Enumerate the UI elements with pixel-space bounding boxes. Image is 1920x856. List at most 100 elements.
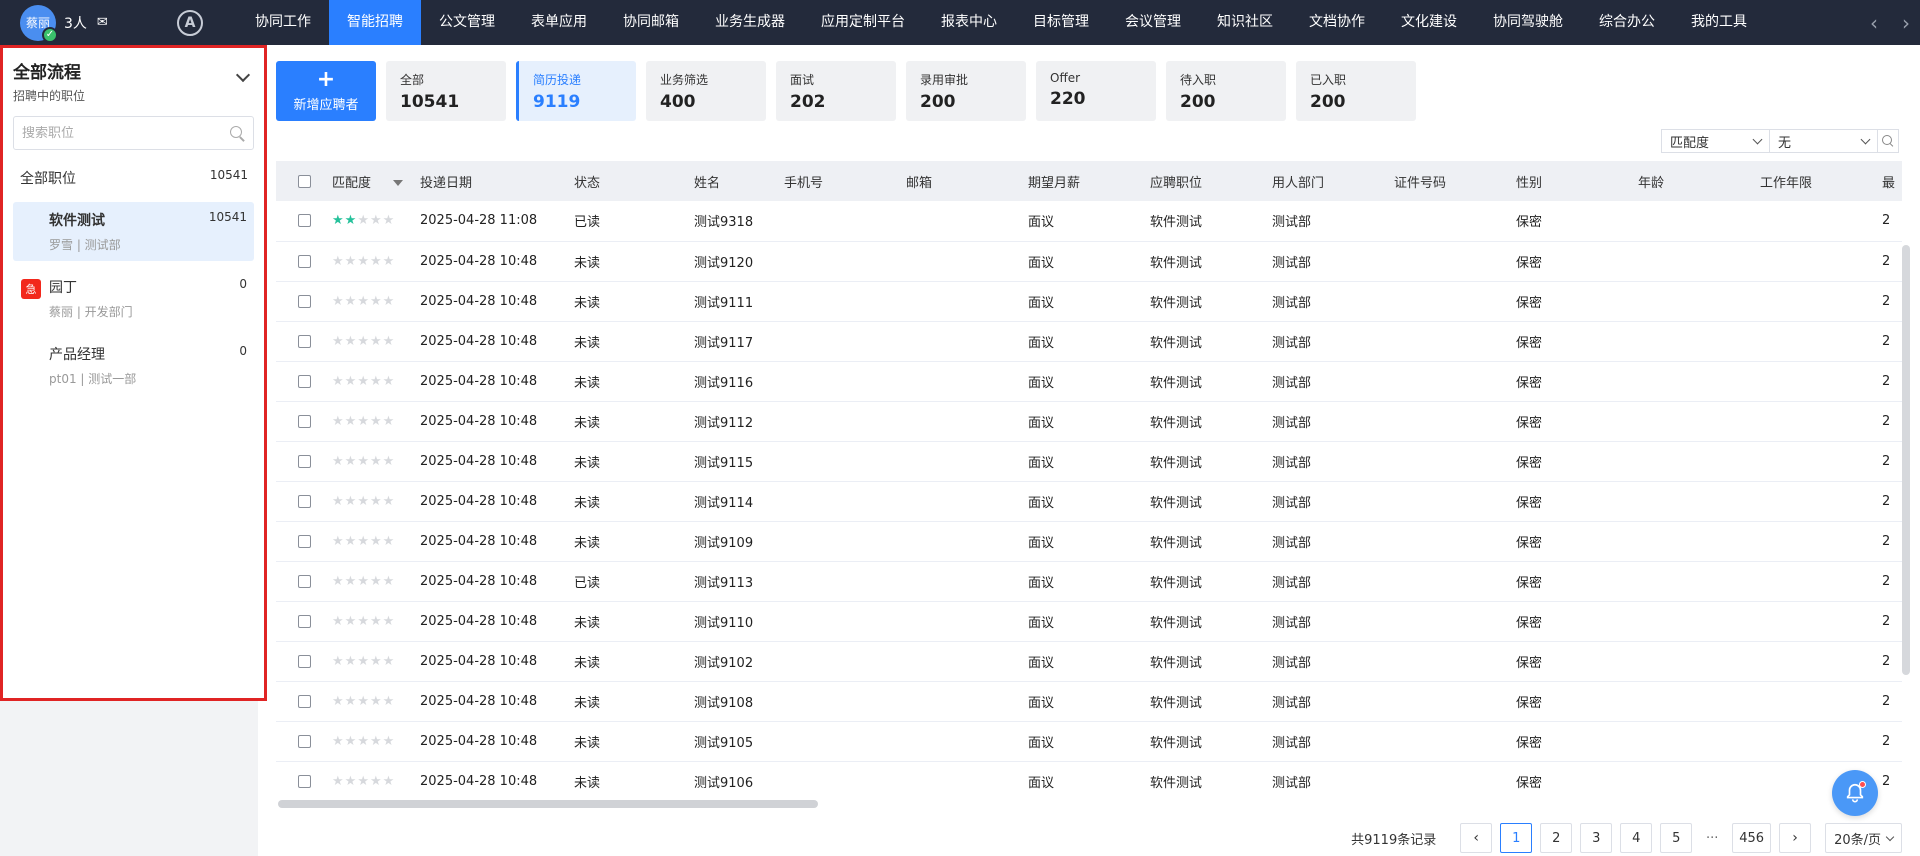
column-header[interactable]: 手机号 xyxy=(784,161,906,201)
nav-item[interactable]: 文档协作 xyxy=(1291,0,1383,45)
vertical-scrollbar[interactable] xyxy=(1902,245,1910,675)
page-number-button[interactable]: 3 xyxy=(1580,823,1613,853)
nav-item[interactable]: 我的工具 xyxy=(1673,0,1765,45)
column-header[interactable]: 最 xyxy=(1882,161,1902,201)
table-row[interactable]: ★ ★ ★ ★ ★ 2025-04-28 10:48 未读 测试9109 面议 软件测试 测试部 保密… xyxy=(276,521,1902,561)
stage-card[interactable]: 已入职 200 xyxy=(1296,61,1416,121)
table-row[interactable]: ★ ★ ★ ★ ★ 2025-04-28 10:48 未读 测试9112 面议 软件测试 测试部 保密… xyxy=(276,401,1902,441)
row-checkbox[interactable] xyxy=(298,534,311,548)
table-row[interactable]: ★ ★ ★ ★ ★ 2025-04-28 10:48 未读 测试9116 面议 软件测试 测试部 保密… xyxy=(276,361,1902,401)
page-number-button[interactable]: 2 xyxy=(1540,823,1573,853)
column-header[interactable]: 投递日期 xyxy=(420,161,574,201)
row-checkbox[interactable] xyxy=(298,294,311,308)
row-checkbox[interactable] xyxy=(298,734,311,748)
column-header[interactable]: 工作年限 xyxy=(1760,161,1882,201)
sort-search-button[interactable] xyxy=(1878,130,1898,152)
page-number-button[interactable]: 4 xyxy=(1620,823,1653,853)
sort-value-select[interactable]: 无 xyxy=(1770,130,1878,152)
stage-card[interactable]: Offer 220 xyxy=(1036,61,1156,121)
nav-item[interactable]: 知识社区 xyxy=(1199,0,1291,45)
stage-card[interactable]: 录用审批 200 xyxy=(906,61,1026,121)
nav-item[interactable]: 会议管理 xyxy=(1107,0,1199,45)
avatar[interactable]: 蔡丽 ✓ xyxy=(20,4,58,43)
row-checkbox[interactable] xyxy=(298,414,311,428)
add-applicant-button[interactable]: + 新增应聘者 xyxy=(276,61,376,121)
table-row[interactable]: ★ ★ ★ ★ ★ 2025-04-28 10:48 未读 测试9120 面议 软件测试 测试部 保密… xyxy=(276,241,1902,281)
nav-item[interactable]: 智能招聘 xyxy=(329,0,421,45)
prev-page-button[interactable]: ‹ xyxy=(1460,823,1493,853)
nav-item[interactable]: 目标管理 xyxy=(1015,0,1107,45)
notification-button[interactable] xyxy=(1832,770,1878,816)
sort-desc-icon[interactable] xyxy=(393,180,404,186)
search-icon[interactable] xyxy=(230,125,245,141)
table-row[interactable]: ★ ★ ★ ★ ★ 2025-04-28 10:48 未读 测试9106 面议 软件测试 测试部 保密… xyxy=(276,761,1902,801)
table-row[interactable]: ★ ★ ★ ★ ★ 2025-04-28 10:48 未读 测试9108 面议 软件测试 测试部 保密… xyxy=(276,681,1902,721)
column-header[interactable]: 性别 xyxy=(1516,161,1638,201)
table-row[interactable]: ★ ★ ★ ★ ★ 2025-04-28 10:48 未读 测试9117 面议 软件测试 测试部 保密… xyxy=(276,321,1902,361)
table-row[interactable]: ★ ★ ★ ★ ★ 2025-04-28 11:08 已读 测试9318 面议 软件测试 测试部 保密… xyxy=(276,201,1902,241)
page-number-button[interactable]: 5 xyxy=(1660,823,1693,853)
stage-card[interactable]: 业务筛选 400 xyxy=(646,61,766,121)
column-header[interactable]: 状态 xyxy=(574,161,694,201)
nav-item[interactable]: 综合办公 xyxy=(1581,0,1673,45)
table-row[interactable]: ★ ★ ★ ★ ★ 2025-04-28 10:48 未读 测试9111 面议 软件测试 测试部 保密… xyxy=(276,281,1902,321)
nav-next-icon[interactable]: › xyxy=(1902,11,1910,35)
horizontal-scrollbar[interactable] xyxy=(278,800,818,808)
nav-item[interactable]: 文化建设 xyxy=(1383,0,1475,45)
mail-icon[interactable]: ✉ xyxy=(97,15,108,30)
nav-item[interactable]: 报表中心 xyxy=(923,0,1015,45)
sidebar-header[interactable]: 全部流程 招聘中的职位 xyxy=(3,48,264,104)
page-ellipsis[interactable]: ··· xyxy=(1700,831,1724,846)
nav-item[interactable]: 业务生成器 xyxy=(697,0,803,45)
row-checkbox[interactable] xyxy=(298,694,311,708)
row-checkbox[interactable] xyxy=(298,334,311,348)
nav-item[interactable]: 应用定制平台 xyxy=(803,0,923,45)
table-row[interactable]: ★ ★ ★ ★ ★ 2025-04-28 10:48 未读 测试9105 面议 软件测试 测试部 保密… xyxy=(276,721,1902,761)
stage-card[interactable]: 待入职 200 xyxy=(1166,61,1286,121)
nav-item[interactable]: 协同驾驶舱 xyxy=(1475,0,1581,45)
row-checkbox[interactable] xyxy=(298,374,311,388)
column-header[interactable]: 期望月薪 xyxy=(1028,161,1150,201)
app-logo-icon[interactable]: A xyxy=(177,9,203,36)
stage-card[interactable]: 全部 10541 xyxy=(386,61,506,121)
position-search-input[interactable] xyxy=(22,125,230,141)
column-header[interactable]: 邮箱 xyxy=(906,161,1028,201)
row-checkbox[interactable] xyxy=(298,574,311,588)
row-checkbox[interactable] xyxy=(298,494,311,508)
nav-item[interactable]: 表单应用 xyxy=(513,0,605,45)
job-item[interactable]: 软件测试 10541 罗雪 | 测试部 xyxy=(13,202,254,261)
row-checkbox[interactable] xyxy=(298,254,311,268)
page-size-select[interactable]: 20条/页 xyxy=(1825,823,1902,853)
row-checkbox[interactable] xyxy=(298,654,311,668)
table-row[interactable]: ★ ★ ★ ★ ★ 2025-04-28 10:48 未读 测试9114 面议 软件测试 测试部 保密… xyxy=(276,481,1902,521)
stage-card[interactable]: 简历投递 9119 xyxy=(516,61,636,121)
nav-prev-icon[interactable]: ‹ xyxy=(1870,11,1878,35)
last-page-button[interactable]: 456 xyxy=(1732,823,1772,853)
table-row[interactable]: ★ ★ ★ ★ ★ 2025-04-28 10:48 已读 测试9113 面议 软件测试 测试部 保密… xyxy=(276,561,1902,601)
sort-field-select[interactable]: 匹配度 xyxy=(1662,130,1770,152)
column-header[interactable]: 年龄 xyxy=(1638,161,1760,201)
job-item[interactable]: 产品经理 0 pt01 | 测试一部 xyxy=(13,336,254,395)
column-header[interactable]: 姓名 xyxy=(694,161,784,201)
stage-card[interactable]: 面试 202 xyxy=(776,61,896,121)
next-page-button[interactable]: › xyxy=(1779,823,1812,853)
page-number-button[interactable]: 1 xyxy=(1500,823,1533,853)
column-header[interactable]: 应聘职位 xyxy=(1150,161,1272,201)
table-row[interactable]: ★ ★ ★ ★ ★ 2025-04-28 10:48 未读 测试9115 面议 软件测试 测试部 保密… xyxy=(276,441,1902,481)
row-checkbox[interactable] xyxy=(298,214,311,228)
nav-item[interactable]: 公文管理 xyxy=(421,0,513,45)
column-header[interactable]: 证件号码 xyxy=(1394,161,1516,201)
row-checkbox[interactable] xyxy=(298,454,311,468)
job-item[interactable]: 急园丁 0 蔡丽 | 开发部门 xyxy=(13,269,254,328)
row-checkbox[interactable] xyxy=(298,614,311,628)
nav-item[interactable]: 协同邮箱 xyxy=(605,0,697,45)
row-checkbox[interactable] xyxy=(298,774,311,788)
column-header[interactable]: 用人部门 xyxy=(1272,161,1394,201)
online-count[interactable]: 3人 xyxy=(64,13,87,33)
all-positions-item[interactable]: 全部职位 10541 xyxy=(3,168,264,188)
table-row[interactable]: ★ ★ ★ ★ ★ 2025-04-28 10:48 未读 测试9110 面议 软件测试 测试部 保密… xyxy=(276,601,1902,641)
column-header[interactable]: 匹配度 xyxy=(332,161,420,201)
table-row[interactable]: ★ ★ ★ ★ ★ 2025-04-28 10:48 未读 测试9102 面议 软件测试 测试部 保密… xyxy=(276,641,1902,681)
select-all-checkbox[interactable] xyxy=(298,174,311,188)
nav-item[interactable]: 协同工作 xyxy=(237,0,329,45)
